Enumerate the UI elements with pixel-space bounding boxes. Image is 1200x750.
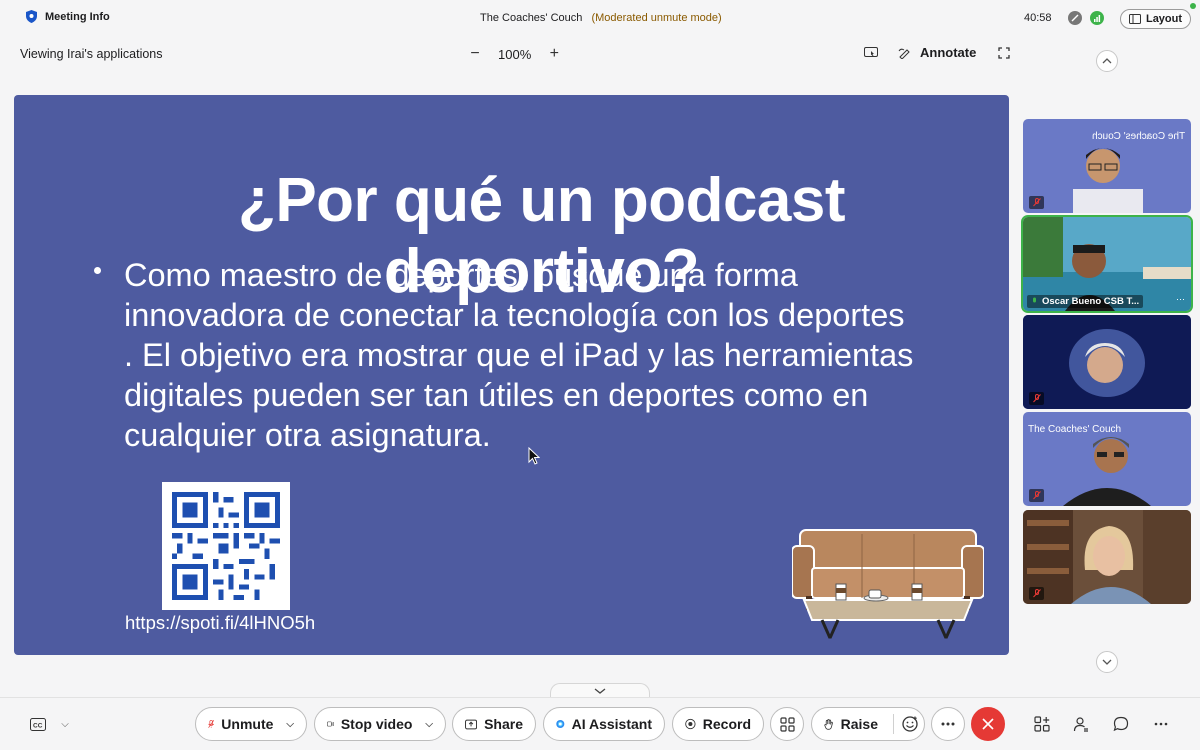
participant-name: Oscar Bueno CSB T... <box>1042 296 1140 307</box>
zoom-in-button[interactable]: + <box>547 45 561 63</box>
audio-options-chevron[interactable]: ⌵ <box>286 719 294 730</box>
reactions-button[interactable] <box>901 711 920 737</box>
video-camera-icon <box>327 721 334 727</box>
share-screen-icon <box>465 719 478 729</box>
unmute-button[interactable]: Unmute ⌵ <box>195 707 307 741</box>
meeting-info-label: Meeting Info <box>45 10 110 23</box>
chat-icon <box>1113 716 1129 732</box>
participant-tile[interactable] <box>1023 315 1191 409</box>
raise-label: Raise <box>840 716 878 732</box>
participants-button[interactable] <box>1071 714 1091 734</box>
slide-bullet: Como maestro de deportes, busqué una for… <box>94 255 918 455</box>
participant-video <box>1023 510 1191 604</box>
hand-icon <box>824 718 833 730</box>
unmute-label: Unmute <box>221 716 274 732</box>
muted-mic-icon <box>1029 196 1044 209</box>
participant-caption: The Coaches' Couch <box>1028 424 1122 435</box>
layout-button[interactable]: Layout <box>1120 9 1191 29</box>
share-button[interactable]: Share <box>452 707 536 741</box>
chat-button[interactable] <box>1111 714 1131 734</box>
ai-assistant-label: AI Assistant <box>571 716 652 732</box>
participant-video <box>1023 315 1191 409</box>
stop-video-label: Stop video <box>340 716 413 732</box>
meeting-name: The Coaches' Couch <box>480 12 583 24</box>
video-options-chevron[interactable]: ⌵ <box>425 719 433 730</box>
apps-panel-icon <box>1034 716 1050 732</box>
record-label: Record <box>702 716 751 732</box>
layout-label: Layout <box>1145 13 1183 25</box>
top-bar: Meeting Info The Coaches' Couch (Moderat… <box>0 0 1200 36</box>
participant-tile[interactable] <box>1023 510 1191 604</box>
shield-icon <box>26 10 37 23</box>
spotify-link: https://spoti.fi/4lHNO5h <box>125 612 316 633</box>
chevron-down-icon <box>594 687 606 694</box>
meeting-info-button[interactable]: Meeting Info <box>26 10 110 23</box>
leave-meeting-button[interactable] <box>971 707 1005 741</box>
chevron-up-icon <box>1102 58 1112 64</box>
apps-panel-button[interactable] <box>1032 714 1052 734</box>
ai-assistant-icon <box>556 719 565 729</box>
shared-slide: ¿Por qué un podcast deportivo? Como maes… <box>14 95 1009 655</box>
record-button[interactable]: Record <box>672 707 764 741</box>
more-icon[interactable]: ⋯ <box>1176 294 1185 305</box>
chevron-down-icon <box>1102 659 1112 665</box>
apps-grid-icon <box>779 716 795 732</box>
more-icon <box>941 722 955 726</box>
participant-tile[interactable]: The Coaches' Couch <box>1023 119 1191 213</box>
apps-button[interactable] <box>770 707 804 741</box>
more-panels-button[interactable] <box>1151 714 1171 734</box>
muted-mic-icon <box>208 719 215 728</box>
svg-text:CC: CC <box>33 722 43 729</box>
moderation-mode: (Moderated unmute mode) <box>591 12 722 24</box>
share-tools: Annotate <box>864 45 1010 60</box>
share-label: Share <box>484 716 523 732</box>
meeting-title: The Coaches' Couch (Moderated unmute mod… <box>480 12 722 24</box>
close-icon <box>982 718 994 730</box>
connection-icon[interactable] <box>1068 11 1082 25</box>
layout-icon <box>1128 14 1141 24</box>
zoom-out-button[interactable]: − <box>468 45 482 63</box>
status-dot <box>1190 3 1196 9</box>
muted-mic-icon <box>1029 392 1044 405</box>
captions-options-chevron[interactable]: ⌵ <box>55 714 75 734</box>
bullet-text: Como maestro de deportes, busqué una for… <box>124 257 914 453</box>
meeting-timer: 40:58 <box>1024 12 1052 24</box>
zoom-level[interactable]: 100% <box>498 47 531 62</box>
muted-mic-icon <box>1029 489 1044 502</box>
meeting-controls-bar: CC ⌵ Unmute ⌵ Stop video ⌵ Share AI Assi… <box>0 697 1200 750</box>
toolbar-collapse-handle[interactable] <box>550 683 650 697</box>
annotate-label: Annotate <box>920 45 977 60</box>
zoom-control: − 100% + <box>468 45 561 63</box>
network-quality-icon[interactable] <box>1090 11 1104 25</box>
muted-mic-icon <box>1029 587 1044 600</box>
more-icon <box>1154 722 1168 726</box>
qr-code <box>162 482 290 610</box>
more-options-button[interactable] <box>931 707 965 741</box>
mouse-cursor-icon <box>528 447 540 465</box>
closed-captions-button[interactable]: CC <box>28 714 48 734</box>
annotate-button[interactable]: Annotate <box>898 45 976 60</box>
remote-control-icon[interactable] <box>864 46 878 59</box>
participant-name-label: Oscar Bueno CSB T... <box>1027 295 1144 308</box>
pen-icon <box>898 48 910 59</box>
scroll-up-button[interactable] <box>1096 50 1118 72</box>
scroll-down-button[interactable] <box>1096 651 1118 673</box>
raise-hand-button[interactable]: Raise <box>811 707 925 741</box>
participant-tile-active[interactable]: Oscar Bueno CSB T... ⋯ <box>1021 215 1193 313</box>
mic-on-icon <box>1033 297 1036 303</box>
ai-assistant-button[interactable]: AI Assistant <box>543 707 665 741</box>
record-icon <box>685 718 696 730</box>
stop-video-button[interactable]: Stop video ⌵ <box>314 707 446 741</box>
participant-caption: The Coaches' Couch <box>1091 131 1185 142</box>
participants-icon <box>1073 717 1088 732</box>
bullet-dot <box>94 267 101 274</box>
participant-tile[interactable]: The Coaches' Couch <box>1023 412 1191 506</box>
emoji-icon <box>902 716 919 732</box>
viewing-label: Viewing Irai's applications <box>20 47 163 61</box>
fullscreen-icon[interactable] <box>998 46 1010 59</box>
divider <box>893 714 894 734</box>
captions-icon: CC <box>30 717 46 731</box>
couch-illustration <box>792 529 984 639</box>
